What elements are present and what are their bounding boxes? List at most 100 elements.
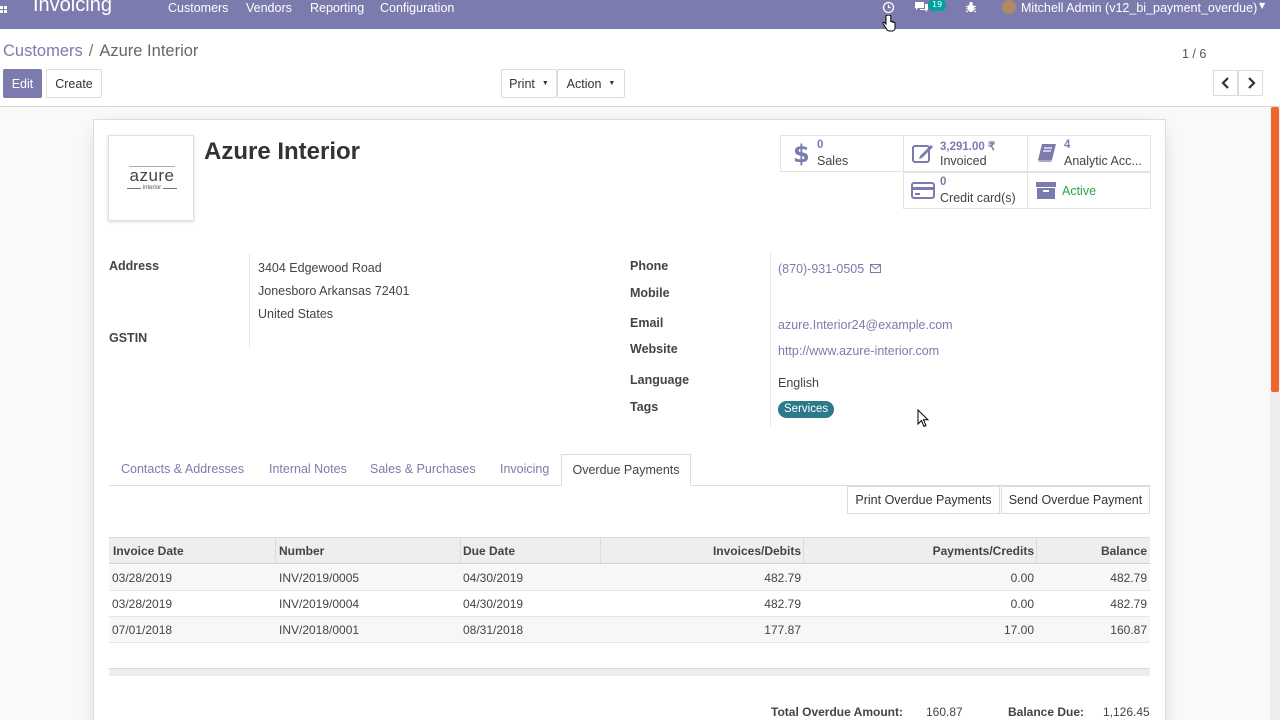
balance-due-value: 1,126.45 xyxy=(1103,705,1150,719)
col-invoices-debits[interactable]: Invoices/Debits xyxy=(713,544,801,558)
action-label: Action xyxy=(566,76,602,91)
breadcrumb-customers[interactable]: Customers xyxy=(3,42,83,60)
caret-down-icon: ▼ xyxy=(541,80,549,87)
pager-value[interactable]: 1 / 6 xyxy=(1182,47,1206,61)
credit-card-smart-button[interactable]: 0 Credit card(s) xyxy=(903,172,1028,209)
vertical-scrollbar[interactable] xyxy=(1270,107,1280,720)
tab-overdue-payments[interactable]: Overdue Payments xyxy=(561,454,691,486)
send-overdue-button[interactable]: Send Overdue Payment xyxy=(1001,486,1150,514)
tab-contacts-addresses[interactable]: Contacts & Addresses xyxy=(121,462,244,476)
phone-label: Phone xyxy=(630,259,669,273)
address-street[interactable]: 3404 Edgewood Road xyxy=(258,261,382,275)
table-footer xyxy=(109,668,1150,676)
col-due-date[interactable]: Due Date xyxy=(463,544,515,558)
table-row[interactable]: 03/28/2019 INV/2019/0004 04/30/2019 482.… xyxy=(109,591,1150,617)
invoiced-amount: 3,291.00 ₹ xyxy=(940,141,996,153)
sales-count: 0 xyxy=(817,139,824,151)
analytic-smart-button[interactable]: 4 Analytic Acc... xyxy=(1027,135,1151,172)
cell-credits: 0.00 xyxy=(1010,597,1034,611)
tab-sales-purchases[interactable]: Sales & Purchases xyxy=(370,462,476,476)
user-avatar[interactable] xyxy=(1002,0,1016,14)
credit-card-count: 0 xyxy=(940,176,947,188)
table-row[interactable]: 07/01/2018 INV/2018/0001 08/31/2018 177.… xyxy=(109,617,1150,643)
col-number[interactable]: Number xyxy=(279,544,324,558)
cell-debits: 177.87 xyxy=(764,623,801,637)
address-city-state-zip[interactable]: Jonesboro Arkansas 72401 xyxy=(258,284,410,298)
apps-grid-icon[interactable] xyxy=(0,3,12,17)
logo-rule-right xyxy=(163,188,177,189)
balance-due-label: Balance Due: xyxy=(1008,705,1085,719)
menu-vendors[interactable]: Vendors xyxy=(246,1,292,15)
column-separator xyxy=(275,538,276,565)
tag-badge[interactable]: Services xyxy=(778,401,835,418)
edit-button[interactable]: Edit xyxy=(3,69,42,98)
cell-due-date: 04/30/2019 xyxy=(463,571,524,585)
edit-document-icon xyxy=(910,140,936,166)
tab-invoicing[interactable]: Invoicing xyxy=(500,462,549,476)
cell-balance: 482.79 xyxy=(1110,571,1147,585)
app-brand[interactable]: Invoicing xyxy=(33,0,112,17)
chat-count-badge: 19 xyxy=(928,0,947,11)
active-toggle-button[interactable]: Active xyxy=(1027,172,1151,209)
menu-reporting[interactable]: Reporting xyxy=(310,1,364,15)
mobile-label: Mobile xyxy=(630,286,670,300)
svg-text:$: $ xyxy=(793,140,809,166)
cell-due-date: 04/30/2019 xyxy=(463,597,524,611)
dollar-icon: $ xyxy=(787,140,813,166)
top-navbar: Invoicing Customers Vendors Reporting Co… xyxy=(0,0,1280,29)
pager-next-button[interactable] xyxy=(1238,70,1263,96)
action-dropdown[interactable]: Action ▼ xyxy=(557,69,625,98)
field-divider xyxy=(770,253,771,426)
address-country[interactable]: United States xyxy=(258,307,333,321)
analytic-label: Analytic Acc... xyxy=(1064,154,1142,168)
cell-number: INV/2019/0004 xyxy=(279,597,360,611)
phone-link[interactable]: (870)-931-0505 xyxy=(778,262,864,276)
print-overdue-button[interactable]: Print Overdue Payments xyxy=(847,486,1000,514)
user-menu[interactable]: Mitchell Admin (v12_bi_payment_overdue) xyxy=(1021,1,1257,15)
invoiced-smart-button[interactable]: 3,291.00 ₹ Invoiced xyxy=(903,135,1028,172)
breadcrumb-current: Azure Interior xyxy=(99,42,199,60)
user-caret-icon[interactable]: ▼ xyxy=(1259,1,1265,10)
column-separator xyxy=(1036,538,1037,565)
col-balance[interactable]: Balance xyxy=(1101,544,1147,558)
print-label: Print xyxy=(509,76,535,91)
cell-debits: 482.79 xyxy=(764,571,801,585)
logo-wordmark: azure xyxy=(129,166,175,185)
menu-configuration[interactable]: Configuration xyxy=(380,1,454,15)
cell-debits: 482.79 xyxy=(764,597,801,611)
col-invoice-date[interactable]: Invoice Date xyxy=(113,544,184,558)
sales-smart-button[interactable]: $ 0 Sales xyxy=(780,135,904,172)
control-panel: Customers / Azure Interior xyxy=(0,29,1280,107)
cell-credits: 17.00 xyxy=(1003,623,1034,637)
tab-internal-notes[interactable]: Internal Notes xyxy=(269,462,347,476)
cell-number: INV/2018/0001 xyxy=(279,623,360,637)
chevron-left-icon xyxy=(1220,77,1229,89)
table-row[interactable]: 03/28/2019 INV/2019/0005 04/30/2019 482.… xyxy=(109,565,1150,591)
breadcrumb: Customers / Azure Interior xyxy=(3,42,198,61)
column-separator xyxy=(600,538,601,565)
caret-down-icon: ▼ xyxy=(608,80,616,87)
logo-subtext: interior xyxy=(142,185,162,191)
create-button[interactable]: Create xyxy=(46,69,102,98)
scrollbar-thumb[interactable] xyxy=(1271,107,1279,392)
cell-number: INV/2019/0005 xyxy=(279,571,360,585)
invoiced-label: Invoiced xyxy=(940,154,987,168)
envelope-icon[interactable] xyxy=(870,262,881,276)
print-dropdown[interactable]: Print ▼ xyxy=(501,69,557,98)
website-link[interactable]: http://www.azure-interior.com xyxy=(778,344,939,358)
cell-credits: 0.00 xyxy=(1010,571,1034,585)
email-link[interactable]: azure.Interior24@example.com xyxy=(778,318,953,332)
pager-previous-button[interactable] xyxy=(1213,70,1238,96)
menu-customers[interactable]: Customers xyxy=(168,1,228,15)
total-overdue-label: Total Overdue Amount: xyxy=(771,705,903,719)
archive-icon xyxy=(1033,177,1059,203)
field-divider xyxy=(249,254,250,348)
chevron-right-icon xyxy=(1247,77,1256,89)
partner-logo[interactable]: azure interior xyxy=(108,135,194,221)
cell-balance: 160.87 xyxy=(1110,623,1147,637)
email-label: Email xyxy=(630,316,664,330)
cell-balance: 482.79 xyxy=(1110,597,1147,611)
cell-invoice-date: 03/28/2019 xyxy=(112,597,173,611)
col-payments-credits[interactable]: Payments/Credits xyxy=(933,544,1034,558)
book-icon xyxy=(1034,140,1060,166)
